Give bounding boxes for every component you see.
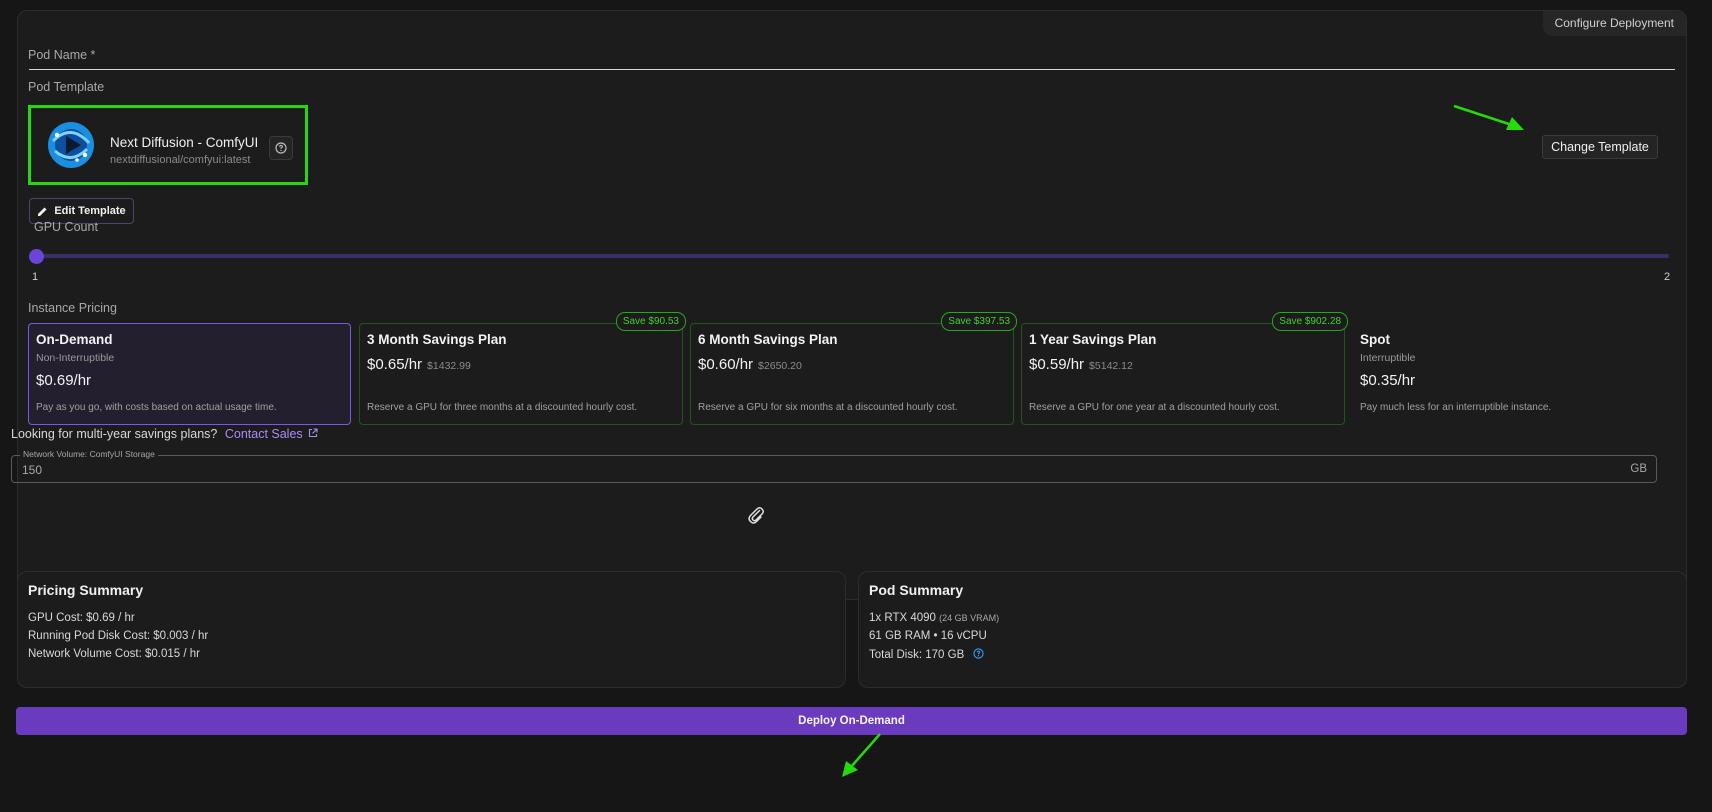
plan-title: Spot: [1360, 332, 1390, 347]
plan-original-price: $5142.12: [1089, 360, 1133, 372]
plan-card-spot[interactable]: Spot Interruptible $0.35/hr Pay much les…: [1352, 323, 1676, 425]
question-circle-icon[interactable]: [973, 648, 985, 659]
plan-description: Reserve a GPU for six months at a discou…: [698, 402, 958, 413]
template-card[interactable]: Next Diffusion - ComfyUI nextdiffusional…: [28, 105, 308, 185]
gpu-count-max: 2: [1664, 271, 1671, 283]
plan-description: Pay as you go, with costs based on actua…: [36, 402, 277, 413]
total-disk-line: Total Disk: 170 GB: [869, 648, 985, 661]
annotation-arrow-icon: [842, 733, 881, 777]
edit-template-label: Edit Template: [54, 205, 126, 217]
save-badge: Save $902.28: [1272, 312, 1348, 331]
plan-original-price: $2650.20: [758, 360, 802, 372]
pod-name-input[interactable]: [29, 51, 1675, 69]
plan-title: 1 Year Savings Plan: [1029, 332, 1157, 347]
plan-card-on-demand[interactable]: On-Demand Non-Interruptible $0.69/hr Pay…: [28, 323, 351, 425]
pod-summary-card: Pod Summary 1x RTX 4090 (24 GB VRAM) 61 …: [858, 571, 1687, 688]
multi-year-prompt: Looking for multi-year savings plans? Co…: [11, 427, 318, 441]
volume-cost-line: Network Volume Cost: $0.015 / hr: [28, 648, 200, 660]
network-volume-unit: GB: [1630, 463, 1647, 475]
gpu-cost-line: GPU Cost: $0.69 / hr: [28, 612, 135, 624]
plan-description: Pay much less for an interruptible insta…: [1360, 402, 1552, 413]
template-image: nextdiffusional/comfyui:latest: [110, 154, 251, 166]
gpu-count-label: GPU Count: [34, 220, 98, 234]
plan-title: 3 Month Savings Plan: [367, 332, 507, 347]
gpu-count-slider-thumb[interactable]: [29, 249, 44, 264]
pencil-icon: [38, 207, 47, 216]
plan-description: Reserve a GPU for three months at a disc…: [367, 402, 638, 413]
plan-price: $0.35/hr: [1360, 372, 1416, 389]
gpu-count-slider-track[interactable]: [35, 254, 1669, 258]
change-template-button[interactable]: Change Template: [1542, 135, 1658, 159]
plan-price: $0.65/hr $1432.99: [367, 356, 471, 373]
configure-deployment-tag[interactable]: Configure Deployment: [1542, 11, 1686, 36]
comfyui-logo-icon: [48, 122, 94, 168]
paperclip-icon[interactable]: [747, 505, 765, 525]
pod-template-label: Pod Template: [28, 80, 105, 94]
plan-price: $0.59/hr $5142.12: [1029, 356, 1133, 373]
deploy-on-demand-button[interactable]: Deploy On-Demand: [16, 707, 1687, 735]
pod-name-underline: [29, 69, 1675, 70]
save-badge: Save $397.53: [941, 312, 1017, 331]
plan-card-6-month[interactable]: Save $397.53 6 Month Savings Plan $0.60/…: [690, 312, 1017, 425]
network-volume-value: 150: [22, 463, 43, 477]
save-badge: Save $90.53: [615, 312, 686, 331]
plan-subtitle: Non-Interruptible: [36, 352, 115, 364]
contact-sales-link[interactable]: Contact Sales: [225, 427, 318, 441]
instance-pricing-label: Instance Pricing: [28, 301, 117, 315]
plan-price: $0.60/hr $2650.20: [698, 356, 802, 373]
plan-original-price: $1432.99: [427, 360, 471, 372]
plan-title: 6 Month Savings Plan: [698, 332, 838, 347]
plan-title: On-Demand: [36, 332, 113, 347]
gpu-count-min: 1: [32, 271, 39, 283]
configure-deployment-panel: Configure Deployment Pod Name * Pod Temp…: [17, 10, 1687, 600]
gpu-vram: (24 GB VRAM): [939, 613, 1000, 623]
plan-card-3-month[interactable]: Save $90.53 3 Month Savings Plan $0.65/h…: [359, 312, 686, 425]
external-link-icon: [309, 428, 318, 438]
plan-description: Reserve a GPU for one year at a discount…: [1029, 402, 1280, 413]
network-volume-label: Network Volume: ComfyUI Storage: [20, 449, 158, 459]
gpu-summary-line: 1x RTX 4090 (24 GB VRAM): [869, 612, 1000, 624]
network-volume-input[interactable]: Network Volume: ComfyUI Storage 150 GB: [11, 449, 1657, 483]
pricing-summary-card: Pricing Summary GPU Cost: $0.69 / hr Run…: [17, 571, 846, 688]
disk-cost-line: Running Pod Disk Cost: $0.003 / hr: [28, 630, 209, 642]
question-circle-icon[interactable]: [269, 136, 293, 160]
plan-card-1-year[interactable]: Save $902.28 1 Year Savings Plan $0.59/h…: [1021, 312, 1348, 425]
resources-line: 61 GB RAM • 16 vCPU: [869, 630, 987, 642]
pricing-summary-title: Pricing Summary: [28, 582, 144, 598]
template-name: Next Diffusion - ComfyUI: [110, 135, 259, 150]
plan-subtitle: Interruptible: [1360, 352, 1416, 364]
plan-price: $0.69/hr: [36, 372, 92, 389]
pod-summary-title: Pod Summary: [869, 582, 964, 598]
multi-year-text: Looking for multi-year savings plans?: [11, 427, 218, 441]
